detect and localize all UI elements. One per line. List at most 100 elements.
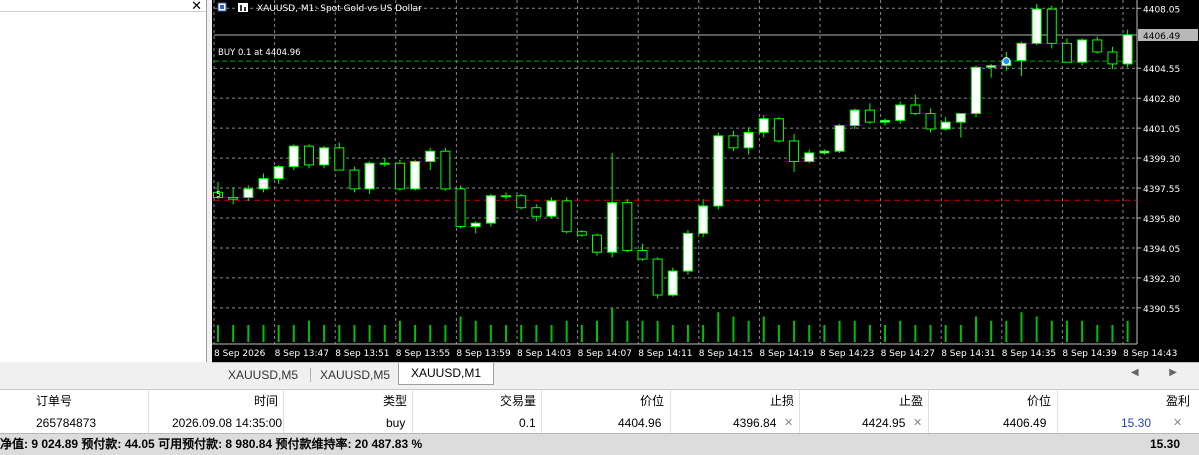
header-price[interactable]: 价位 [1027, 390, 1051, 412]
candle [516, 194, 527, 210]
candle-body [986, 65, 997, 68]
candle [682, 229, 693, 275]
candle-body [698, 205, 709, 234]
x-tick-label: 8 Sep 14:31 [941, 349, 995, 359]
candle-body [1122, 34, 1133, 65]
candle-body [273, 166, 284, 180]
header-tp[interactable]: 止盈 [899, 390, 923, 412]
candle-body [394, 162, 405, 190]
candle-body [1077, 39, 1088, 63]
x-tick-label: 8 Sep 14:35 [1002, 349, 1056, 359]
header-profit[interactable]: 盈利 [1166, 390, 1190, 412]
close-icon[interactable]: ✕ [191, 0, 202, 14]
account-summary: 净值: 9 024.89 预付款: 44.05 可用预付款: 8 980.84 … [0, 437, 423, 451]
candle-body [910, 104, 921, 115]
candle-body [880, 119, 891, 123]
candle-body [637, 250, 648, 260]
candle-body [228, 196, 239, 200]
candle-body [592, 234, 602, 253]
remove-sl-icon[interactable]: ✕ [784, 412, 793, 434]
candle-body [819, 150, 830, 154]
candle [592, 233, 602, 256]
y-tick-label: 4408.05 [1143, 5, 1180, 15]
candle-body [470, 222, 481, 228]
candle-body [1046, 8, 1057, 44]
x-tick-label: 8 Sep 14:15 [699, 349, 753, 359]
x-tick-label: 8 Sep 13:47 [275, 349, 329, 359]
timeframe-icon-bar [240, 5, 242, 11]
remove-tp-icon[interactable]: ✕ [913, 412, 922, 434]
candle-body [1107, 51, 1118, 65]
tab-xauusd-m1[interactable]: XAUUSD,M1 [398, 363, 495, 385]
candle [394, 159, 405, 191]
candle-body [516, 195, 527, 209]
order-id: 265784873 [36, 416, 97, 430]
candle [1031, 4, 1042, 46]
candle-body [561, 200, 572, 233]
candle [364, 161, 375, 195]
candle-body [622, 202, 633, 252]
candle [849, 108, 860, 129]
candle-body [410, 161, 421, 190]
candle-body [334, 147, 345, 171]
x-tick-label: 8 Sep 13:59 [456, 349, 511, 359]
x-tick-label: 8 Sep 2026 [214, 349, 266, 359]
chart-canvas[interactable]: 4408.05 4404.55 4402.80 4401.05 4399.30 4397.… [212, 0, 1199, 362]
candle-body [804, 152, 815, 162]
order-sl[interactable]: 4396.84 [733, 412, 776, 434]
candle [546, 197, 557, 218]
tab-xauusd-m5-b[interactable]: XAUUSD,M5 [308, 365, 402, 385]
header-volume[interactable]: 交易量 [500, 390, 536, 412]
header-order[interactable]: 订单号 [36, 390, 72, 412]
order-current-price: 4406.49 [1003, 416, 1047, 430]
candle-body [895, 104, 906, 121]
current-price-label: 4406.49 [1143, 32, 1180, 42]
y-tick-label: 4399.30 [1143, 155, 1180, 165]
header-open-price[interactable]: 价位 [640, 390, 664, 412]
total-profit: 15.30 [1150, 437, 1181, 451]
table-row[interactable]: 265784873 2026.09.08 14:35:00 buy 0.1 44… [0, 412, 1199, 434]
candle [971, 65, 981, 117]
x-tick-label: 8 Sep 14:39 [1062, 349, 1117, 359]
candle-body [682, 232, 693, 272]
candle-body [834, 125, 845, 152]
candle [1122, 29, 1133, 68]
price-chart[interactable]: 4408.05 4404.55 4402.80 4401.05 4399.30 4397.… [212, 0, 1199, 362]
candle [622, 199, 633, 253]
x-tick-label: 8 Sep 14:07 [578, 349, 632, 359]
candle [1077, 38, 1088, 66]
tab-scroll-arrows[interactable]: ◀ ▶ [1131, 367, 1191, 378]
timeframe-icon-bar [244, 7, 246, 11]
y-tick-label: 4395.80 [1143, 215, 1180, 225]
y-tick-label: 4390.55 [1143, 305, 1180, 315]
candle-body [955, 113, 966, 123]
candle-body [864, 109, 875, 123]
symbol-icon-inner [220, 5, 224, 9]
order-time: 2026.09.08 14:35:00 [172, 416, 283, 430]
trade-table: 订单号 时间 类型 交易量 价位 止损 止盈 价位 盈利 265784873 2… [0, 389, 1199, 434]
header-time[interactable]: 时间 [254, 390, 278, 412]
candle-body [667, 270, 678, 296]
candle-body [546, 200, 557, 217]
order-profit: 15.30 [1121, 416, 1152, 430]
candle-body [243, 188, 254, 198]
header-type[interactable]: 类型 [383, 390, 407, 412]
account-status-bar: 净值: 9 024.89 预付款: 44.05 可用预付款: 8 980.84 … [0, 433, 1199, 455]
candle [410, 159, 421, 191]
tab-xauusd-m5-a[interactable]: XAUUSD,M5 [216, 365, 310, 385]
candle-body [728, 135, 739, 149]
close-order-icon[interactable]: ✕ [1173, 412, 1182, 434]
timeframe-icon [238, 3, 248, 12]
candle-body [455, 188, 466, 228]
candle-body [440, 150, 451, 190]
x-tick-label: 8 Sep 14:11 [638, 349, 692, 359]
x-tick-label: 8 Sep 13:51 [335, 349, 389, 359]
header-sl[interactable]: 止损 [770, 390, 794, 412]
chart-title: XAUUSD, M1: Spot Gold vs US Dollar [257, 4, 422, 14]
order-volume: 0.1 [519, 416, 536, 430]
candle-body [1061, 42, 1072, 63]
candle-body [485, 195, 496, 224]
candle [288, 144, 299, 171]
order-tp[interactable]: 4424.95 [862, 412, 905, 434]
candle-body [1031, 8, 1042, 44]
